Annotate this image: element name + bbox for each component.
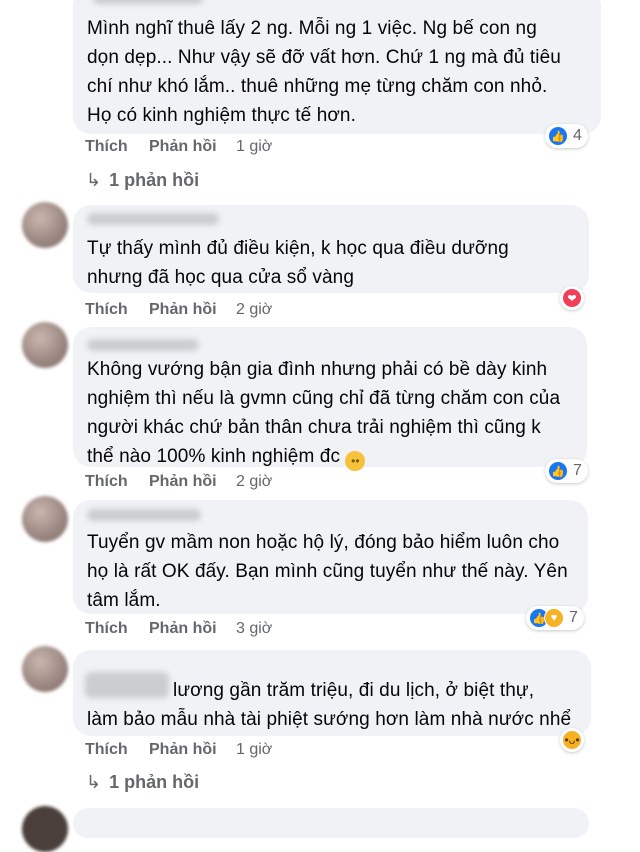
care-reaction-icon: ♥ [544, 608, 564, 628]
avatar[interactable] [22, 322, 68, 368]
reply-button[interactable]: Phản hồi [149, 741, 217, 759]
like-reaction-icon: 👍 [548, 126, 568, 146]
love-reaction-icon: ❤ [562, 288, 582, 308]
comment-timestamp[interactable]: 1 giờ [236, 138, 272, 156]
view-replies-link[interactable]: ↳ 1 phản hồi [86, 772, 199, 793]
comment-bubble-3: Không vướng bận gia đình nhưng phải có b… [73, 327, 587, 471]
comment-bubble-5: lương gần trăm triệu, đi du lịch, ở biệt… [73, 650, 591, 736]
comment-timestamp[interactable]: 1 giờ [236, 741, 272, 759]
comment-bubble-2: Tự thấy mình đủ điều kiện, k học qua điề… [73, 205, 589, 293]
reply-button[interactable]: Phản hồi [149, 620, 217, 638]
reaction-summary[interactable]: 👍 4 [545, 124, 588, 148]
like-button[interactable]: Thích [85, 620, 128, 638]
commenter-name-blurred[interactable] [87, 509, 201, 521]
comment-text-line-1: lương gần trăm triệu, đi du lịch, ở biệt… [173, 680, 535, 701]
reply-button[interactable]: Phản hồi [149, 138, 217, 156]
commenter-name-blurred[interactable] [87, 339, 199, 351]
like-button[interactable]: Thích [85, 473, 128, 491]
comment-text: Tuyển gv mầm non hoặc hộ lý, đóng bảo hi… [87, 532, 568, 611]
reaction-summary[interactable]: •ᴗ• [560, 728, 584, 752]
like-button[interactable]: Thích [85, 301, 128, 319]
avatar[interactable] [22, 646, 68, 692]
like-reaction-icon: 👍 [548, 461, 568, 481]
comment-bubble-4: Tuyển gv mầm non hoặc hộ lý, đóng bảo hi… [73, 500, 588, 614]
comment-text: Mình nghĩ thuê lấy 2 ng. Mỗi ng 1 việc. … [87, 18, 561, 126]
comment-text: Tự thấy mình đủ điều kiện, k học qua điề… [87, 238, 509, 288]
reaction-summary[interactable]: 👍 7 [545, 459, 588, 483]
avatar[interactable] [22, 496, 68, 542]
reply-button[interactable]: Phản hồi [149, 473, 217, 491]
commenter-name-blurred[interactable] [87, 213, 219, 225]
reply-button[interactable]: Phản hồi [149, 301, 217, 319]
reaction-summary[interactable]: 👍 ♥ 7 [526, 606, 584, 630]
comment-text: Không vướng bận gia đình nhưng phải có b… [87, 355, 575, 471]
reply-arrow-icon: ↳ [86, 170, 102, 190]
commenter-name-blurred[interactable] [85, 672, 169, 698]
like-button[interactable]: Thích [85, 741, 128, 759]
reply-arrow-icon: ↳ [86, 772, 102, 792]
avatar[interactable] [22, 202, 68, 248]
comment-bubble-6 [73, 808, 589, 838]
view-replies-link[interactable]: ↳ 1 phản hồi [86, 170, 199, 191]
avatar[interactable] [22, 806, 68, 852]
comment-timestamp[interactable]: 2 giờ [236, 301, 272, 319]
comment-bubble-1: Mình nghĩ thuê lấy 2 ng. Mỗi ng 1 việc. … [73, 0, 601, 134]
comment-timestamp[interactable]: 3 giờ [236, 620, 272, 638]
comment-timestamp[interactable]: 2 giờ [236, 473, 272, 491]
commenter-name-blurred [93, 0, 203, 4]
haha-reaction-icon: •ᴗ• [562, 730, 582, 750]
reaction-summary[interactable]: ❤ [560, 286, 584, 310]
comment-text-line-2: làm bảo mẫu nhà tài phiệt sướng hơn làm … [87, 709, 572, 730]
eye-roll-emoji-icon: •• [345, 451, 366, 471]
like-button[interactable]: Thích [85, 138, 128, 156]
